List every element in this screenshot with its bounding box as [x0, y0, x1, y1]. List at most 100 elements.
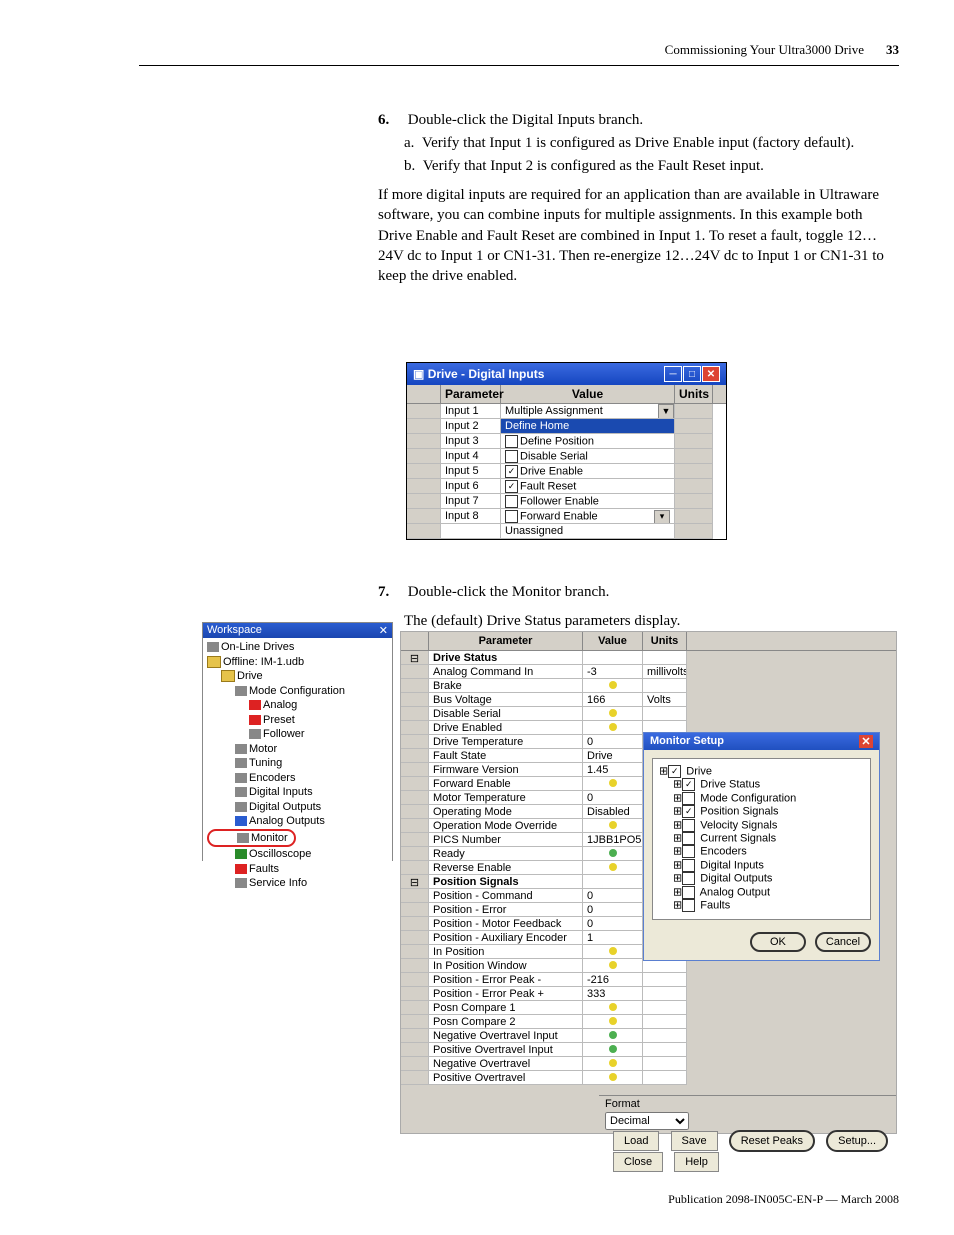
monitor-setup-tree[interactable]: ⊞✓ Drive⊞✓ Drive Status⊞ Mode Configurat… [652, 758, 871, 920]
status-bulb-icon [609, 947, 617, 955]
grid-row[interactable]: Posn Compare 2 [401, 1015, 896, 1029]
close-button[interactable]: ✕ [702, 366, 720, 382]
checkbox[interactable] [505, 495, 518, 508]
tree-node[interactable]: Motor [207, 742, 388, 757]
tree-node[interactable]: Analog [207, 698, 388, 713]
grid-row[interactable]: Disable Serial Communications [401, 707, 896, 721]
grid-row[interactable]: Input 4Disable Serial Communications [407, 449, 726, 464]
tree-node[interactable]: Offline: IM-1.udb [207, 655, 388, 670]
checkbox[interactable] [505, 510, 518, 523]
monitor-tree-node[interactable]: ⊞✓ Drive [659, 765, 864, 778]
monitor-tree-node[interactable]: ⊞ Encoders [659, 845, 864, 858]
monitor-tree-node[interactable]: ⊞ Analog Output [659, 886, 864, 899]
grid-row[interactable]: Input 7Follower Enable [407, 494, 726, 509]
dropdown-arrow-icon[interactable]: ▼ [658, 404, 674, 419]
checkbox[interactable] [682, 899, 695, 912]
tree-node[interactable]: Oscilloscope [207, 847, 388, 862]
ok-button[interactable]: OK [750, 932, 806, 952]
monitor-setup-title[interactable]: Monitor Setup ✕ [644, 733, 879, 750]
monitor-tree-node[interactable]: ⊞ Faults [659, 899, 864, 912]
tree-node[interactable]: Encoders [207, 771, 388, 786]
checkbox[interactable]: ✓ [668, 765, 681, 778]
tree-node[interactable]: Mode Configuration [207, 684, 388, 699]
monitor-screenshot: Workspace ✕ On-Line DrivesOffline: IM-1.… [202, 622, 897, 1134]
format-select[interactable]: Decimal [605, 1112, 689, 1130]
save-button[interactable]: Save [671, 1131, 718, 1151]
grid-row[interactable]: Input 8Forward Enable▾ [407, 509, 726, 524]
tree-icon [235, 787, 247, 797]
tree-node[interactable]: Analog Outputs [207, 814, 388, 829]
workspace-tree[interactable]: On-Line DrivesOffline: IM-1.udbDriveMode… [203, 638, 392, 897]
minimize-button[interactable]: ─ [664, 366, 682, 382]
status-bulb-icon [609, 849, 617, 857]
close-button[interactable]: Close [613, 1152, 663, 1172]
grid-row[interactable]: Input 1Multiple Assignment▼ [407, 404, 726, 419]
monitor-grid: Parameter Value Units ⊟Drive StatusAnalo… [400, 631, 897, 1134]
tree-node[interactable]: On-Line Drives [207, 640, 388, 655]
checkbox[interactable]: ✓ [682, 805, 695, 818]
monitor-tree-node[interactable]: ⊞✓ Position Signals [659, 805, 864, 818]
tree-node[interactable]: Tuning [207, 756, 388, 771]
grid-row[interactable]: Positive Overtravel Input [401, 1043, 896, 1057]
help-button[interactable]: Help [674, 1152, 719, 1172]
workspace-panel: Workspace ✕ On-Line DrivesOffline: IM-1.… [202, 622, 393, 861]
grid-row[interactable]: Negative Overtravel [401, 1057, 896, 1071]
grid-row[interactable]: Posn Compare 1 [401, 1001, 896, 1015]
monitor-tree-node[interactable]: ⊞ Velocity Signals [659, 819, 864, 832]
tree-icon [235, 849, 247, 859]
tree-node[interactable]: Faults [207, 862, 388, 877]
grid-row[interactable]: Unassigned [407, 524, 726, 539]
grid-row[interactable]: Position - Error Peak --216 [401, 973, 896, 987]
grid-row[interactable]: Bus Voltage166Volts [401, 693, 896, 707]
reset-peaks-button[interactable]: Reset Peaks [729, 1130, 815, 1152]
monitor-tree-node[interactable]: ⊞ Mode Configuration [659, 792, 864, 805]
step6-a: a. Verify that Input 1 is configured as … [378, 135, 891, 152]
grid-row[interactable]: Analog Command In-3millivolts [401, 665, 896, 679]
tree-icon [235, 758, 247, 768]
grid-row[interactable]: Input 2Define Home [407, 419, 726, 434]
tree-node[interactable]: Digital Outputs [207, 800, 388, 815]
cancel-button[interactable]: Cancel [815, 932, 871, 952]
checkbox[interactable]: ✓ [505, 480, 518, 493]
checkbox[interactable] [505, 435, 518, 448]
workspace-close-icon[interactable]: ✕ [379, 624, 388, 637]
checkbox[interactable] [682, 872, 695, 885]
tree-node[interactable]: Service Info [207, 876, 388, 891]
maximize-button[interactable]: □ [683, 366, 701, 382]
app-icon: ▣ [413, 367, 424, 381]
scroll-down-icon[interactable]: ▾ [654, 510, 670, 524]
checkbox[interactable] [682, 845, 695, 858]
checkbox[interactable]: ✓ [505, 465, 518, 478]
grid-row[interactable]: Positive Overtravel [401, 1071, 896, 1085]
window-titlebar[interactable]: ▣ Drive - Digital Inputs ─ □ ✕ [407, 363, 726, 385]
load-button[interactable]: Load [613, 1131, 659, 1151]
monitor-tree-node[interactable]: ⊞✓ Drive Status [659, 778, 864, 791]
checkbox[interactable] [682, 832, 695, 845]
grid-row[interactable]: Input 3Define Position [407, 434, 726, 449]
tree-node[interactable]: Follower [207, 727, 388, 742]
close-icon[interactable]: ✕ [859, 735, 873, 748]
checkbox[interactable] [682, 792, 695, 805]
grid-group-row: ⊟Drive Status [401, 651, 896, 665]
checkbox[interactable] [682, 859, 695, 872]
tree-node[interactable]: Drive [207, 669, 388, 684]
grid-row[interactable]: In Position Window [401, 959, 896, 973]
monitor-tree-node[interactable]: ⊞ Digital Inputs [659, 859, 864, 872]
tree-node[interactable]: Digital Inputs [207, 785, 388, 800]
checkbox[interactable] [505, 450, 518, 463]
grid-row[interactable]: Input 5✓Drive Enable [407, 464, 726, 479]
grid-row[interactable]: Position - Error Peak +333 [401, 987, 896, 1001]
grid-header: Parameter Value Units [407, 385, 726, 404]
tree-node[interactable]: Preset [207, 713, 388, 728]
checkbox[interactable] [682, 819, 695, 832]
grid-row[interactable]: Input 6✓Fault Reset [407, 479, 726, 494]
checkbox[interactable] [682, 886, 695, 899]
monitor-tree-node[interactable]: ⊞ Digital Outputs [659, 872, 864, 885]
digital-inputs-window: ▣ Drive - Digital Inputs ─ □ ✕ Parameter… [406, 362, 727, 540]
grid-row[interactable]: Negative Overtravel Input [401, 1029, 896, 1043]
grid-row[interactable]: Brake [401, 679, 896, 693]
tree-node[interactable]: Monitor [207, 829, 296, 848]
setup-button[interactable]: Setup... [826, 1130, 888, 1152]
monitor-tree-node[interactable]: ⊞ Current Signals [659, 832, 864, 845]
checkbox[interactable]: ✓ [682, 778, 695, 791]
